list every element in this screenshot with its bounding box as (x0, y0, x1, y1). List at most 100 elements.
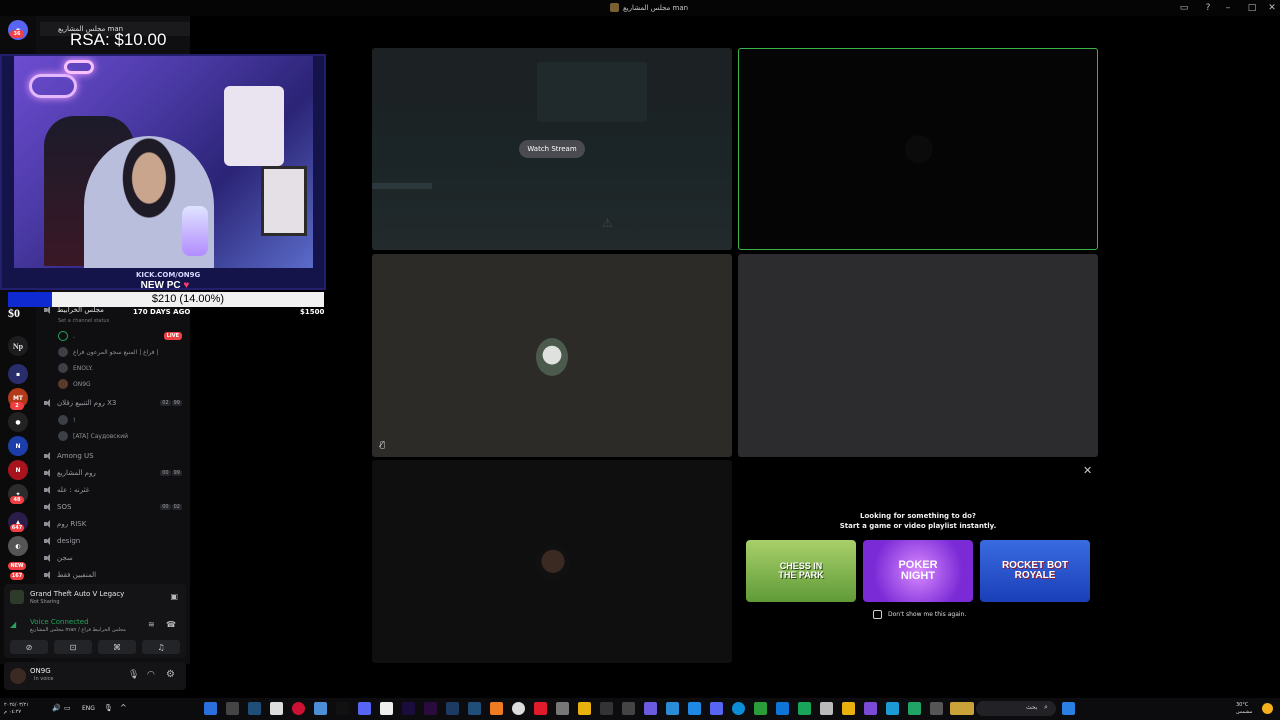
channel-voice-6[interactable]: SOS (44, 501, 71, 513)
tiktok-icon[interactable] (336, 702, 349, 715)
activities-button[interactable]: ⌘ (98, 640, 136, 654)
server-np-icon[interactable]: Np (8, 336, 28, 356)
maximize-button[interactable]: □ (1246, 2, 1258, 14)
weather-temp: 30°C (1236, 702, 1249, 708)
app-icon[interactable] (490, 702, 503, 715)
game-status: Not Sharing (30, 599, 60, 605)
edge-icon[interactable] (732, 702, 745, 715)
voice-user[interactable]: ENOLY. (58, 362, 93, 374)
server-crest-badge: 48 (10, 496, 24, 504)
app-icon[interactable] (930, 702, 943, 715)
user-tile[interactable] (372, 460, 732, 663)
channel-voice-8[interactable]: design (44, 535, 80, 547)
app-icon[interactable] (314, 702, 327, 715)
server-avatar-icon[interactable]: ● (8, 412, 28, 432)
app-icon[interactable] (644, 702, 657, 715)
server-n-icon[interactable]: N (8, 436, 28, 456)
channel-status[interactable]: Set a channel status (58, 315, 109, 327)
network-icon[interactable]: ▭ (64, 704, 71, 712)
channel-voice-4[interactable]: روم المشاريع (44, 467, 96, 479)
avatar[interactable] (10, 668, 26, 684)
camera-button[interactable]: ⊘ (10, 640, 48, 654)
app-icon[interactable] (578, 702, 591, 715)
app-icon[interactable] (556, 702, 569, 715)
stream-preview-scoreboard (537, 62, 647, 122)
steam-icon[interactable] (468, 702, 481, 715)
channel-voice-7[interactable]: روم RISK (44, 518, 86, 530)
app-icon[interactable] (666, 702, 679, 715)
user-tile[interactable]: 🎙̸ (372, 254, 732, 457)
discord-icon[interactable] (358, 702, 371, 715)
game-card-poker[interactable]: POKER NIGHT (863, 540, 973, 602)
channel-voice-2[interactable]: روم التنبيع زقلان X3 (44, 397, 116, 409)
settings-gear-icon[interactable]: ⚙ (166, 669, 175, 680)
app-icon[interactable] (622, 702, 635, 715)
close-icon[interactable]: ✕ (1083, 464, 1092, 477)
steam-icon[interactable] (248, 702, 261, 715)
after-effects-icon[interactable] (402, 702, 415, 715)
discord-icon[interactable] (710, 702, 723, 715)
voice-user[interactable]: [ATA] Саудовский (58, 430, 128, 442)
app-icon[interactable] (534, 702, 547, 715)
close-button[interactable]: ✕ (1266, 2, 1278, 14)
app-icon[interactable] (908, 702, 921, 715)
channel-voice-5[interactable]: غثرنه : عله (44, 484, 89, 496)
app-icon[interactable] (776, 702, 789, 715)
channel-voice-9[interactable]: سجن (44, 552, 73, 564)
app-icon[interactable] (226, 702, 239, 715)
dont-show-checkbox[interactable] (873, 610, 882, 619)
search-box[interactable]: بحث ⌕ (976, 701, 1056, 716)
voice-channel-path[interactable]: مجلس المشاريع man / مجلس الخرابيط فراغ (30, 627, 126, 633)
app-icon[interactable] (754, 702, 767, 715)
folder-icon[interactable]: ▪ (8, 364, 28, 384)
app-icon[interactable] (204, 702, 217, 715)
app-icon[interactable] (820, 702, 833, 715)
voice-user[interactable]: ! (58, 414, 75, 426)
screen-share-icon[interactable]: ▣ (170, 592, 178, 601)
voice-user[interactable]: ON9G (58, 378, 91, 390)
server-n-red-icon[interactable]: N (8, 460, 28, 480)
window-title: مجلس المشاريع man (610, 3, 688, 12)
app-icon[interactable] (600, 702, 613, 715)
disconnect-icon[interactable]: ☎ (166, 620, 176, 629)
goal-title: NEW PC ♥ (140, 280, 190, 291)
app-icon[interactable] (688, 702, 701, 715)
help-icon[interactable]: ? (1202, 2, 1214, 14)
folder-icon[interactable] (842, 702, 855, 715)
app-icon[interactable] (270, 702, 283, 715)
app-icon[interactable] (292, 702, 305, 715)
game-card-chess[interactable]: CHESS IN THE PARK (746, 540, 856, 602)
headphones-icon[interactable]: ◠ (147, 670, 155, 680)
subscription-price: RSA: $10.00 (70, 30, 167, 49)
sun-icon[interactable] (1262, 703, 1273, 714)
minimize-button[interactable]: – (1222, 2, 1234, 14)
app-icon[interactable] (446, 702, 459, 715)
premiere-icon[interactable] (424, 702, 437, 715)
volume-icon[interactable]: 🔊 (52, 704, 61, 712)
chevron-up-icon[interactable]: ^ (120, 703, 127, 712)
camera-tile-speaking[interactable] (738, 48, 1098, 250)
language-indicator[interactable]: ENG (82, 705, 95, 712)
goal-amount: $210 (14.00%) (151, 293, 225, 305)
soundboard-button[interactable]: ♫ (142, 640, 180, 654)
server-gray-icon[interactable]: ◐ (8, 536, 28, 556)
app-icon[interactable] (950, 702, 974, 715)
start-icon[interactable] (1062, 702, 1075, 715)
game-card-rocket-bot[interactable]: ROCKET BOT ROYALE (980, 540, 1090, 602)
watch-stream-button[interactable]: Watch Stream (519, 140, 585, 158)
channel-voice-10[interactable]: المنفيين فقط (44, 569, 96, 581)
share-screen-button[interactable]: ⊡ (54, 640, 92, 654)
app-icon[interactable] (798, 702, 811, 715)
channel-voice-3[interactable]: Among US (44, 450, 94, 462)
app-icon[interactable] (380, 702, 393, 715)
app-icon[interactable] (512, 702, 525, 715)
voice-user[interactable]: . (58, 330, 75, 342)
inbox-icon[interactable]: ▭ (1178, 2, 1190, 14)
stream-preview-emblem: ⚠ (602, 216, 613, 230)
noise-suppression-icon[interactable]: ≋ (148, 620, 155, 629)
voice-user[interactable]: فراغ | المنبع سجو المرعون فراغ | (58, 346, 159, 358)
weather-condition: مشمس (1236, 709, 1253, 715)
app-icon[interactable] (886, 702, 899, 715)
app-icon[interactable] (864, 702, 877, 715)
microphone-icon[interactable]: 🎙 (128, 670, 139, 680)
